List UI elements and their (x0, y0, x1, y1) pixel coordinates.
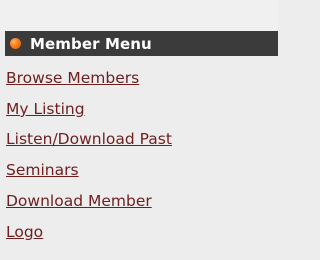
seminars-link[interactable]: Seminars (6, 161, 79, 179)
download-member-link[interactable]: Download Member (6, 192, 152, 210)
member-menu-header: Member Menu (5, 31, 278, 56)
browse-members-link[interactable]: Browse Members (6, 69, 139, 87)
list-item: Seminars (6, 159, 79, 181)
my-listing-link[interactable]: My Listing (6, 100, 85, 118)
list-item: Download Member (6, 190, 152, 212)
list-item: Logo (6, 221, 43, 243)
list-item: Listen/Download Past (6, 128, 172, 150)
listen-download-past-link[interactable]: Listen/Download Past (6, 130, 172, 148)
menu-title: Member Menu (30, 34, 152, 53)
top-strip (0, 0, 278, 31)
list-item: Browse Members (6, 67, 139, 89)
logo-link[interactable]: Logo (6, 223, 43, 241)
orange-bullet-icon (10, 38, 21, 49)
list-item: My Listing (6, 98, 85, 120)
